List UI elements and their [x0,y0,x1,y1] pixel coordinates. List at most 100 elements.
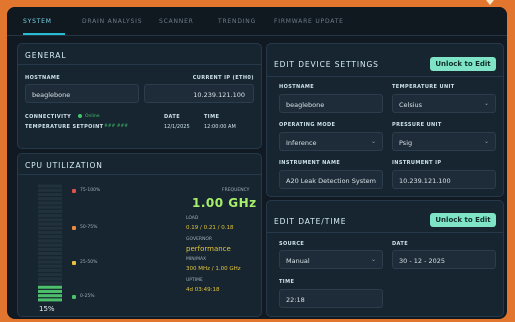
date-time-unlock-button[interactable]: Unlock to Edit [430,213,496,227]
cpu-bar-segment [38,252,62,256]
hostname-display: beaglebone [25,84,139,103]
hostname-label: Hostname [25,75,61,81]
general-title: General [25,51,67,60]
legend-swatch-red [72,189,76,193]
cpu-bar-segment [38,230,62,234]
temperature-unit-select[interactable]: Celsius ⌄ [392,94,496,113]
instrument-name-label: Instrument Name [279,160,341,166]
legend-swatch-green [72,295,76,299]
current-ip-display: 10.239.121.100 [144,84,254,103]
frequency-label: Frequency [222,188,250,193]
operating-mode-label: Operating Mode [279,122,336,128]
cpu-title: CPU Utilization [25,161,103,170]
cpu-bar-segment [38,239,62,243]
cpu-bar-segment [38,218,62,222]
temperature-setpoint-value: ### ### [104,124,129,129]
temperature-unit-label: Temperature Unit [392,84,455,90]
active-tab-indicator [23,33,65,35]
chevron-down-icon: ⌄ [483,100,489,107]
date-time-title: Edit Date/Time [274,217,347,226]
cpu-bar-segment [38,214,62,218]
cpu-bar-segment-active [38,285,62,289]
cpu-bar-segment [38,188,62,192]
cpu-bar-segment [38,256,62,260]
instrument-name-input[interactable]: A20 Leak Detection System [279,170,383,189]
pressure-unit-label: Pressure Unit [392,122,442,128]
tab-system[interactable]: System [23,18,52,25]
cpu-bar-segment-active [38,298,62,302]
date-label: Date [392,241,409,247]
temperature-setpoint-label: Temperature Setpoint [25,124,104,130]
legend-label: 75-100% [80,188,101,193]
instrument-ip-label: Instrument IP [392,160,442,166]
load-value: 0.19 / 0.21 / 0.18 [186,225,234,231]
tab-drain-analysis[interactable]: Drain Analysis [82,18,142,25]
cpu-bar-segment [38,201,62,205]
legend-label: 25-50% [80,260,98,265]
connectivity-value: Online [85,114,100,119]
date-label: Date [164,114,181,120]
governor-value: performance [186,245,231,253]
tab-scanner[interactable]: Scanner [159,18,194,25]
operating-mode-select[interactable]: Inference ⌄ [279,132,383,151]
divider [267,232,503,233]
legend-swatch-yellow [72,261,76,265]
cpu-bar-segment [38,193,62,197]
chevron-down-icon: ⌄ [483,138,489,145]
pressure-unit-select[interactable]: Psig ⌄ [392,132,496,151]
cpu-bar-segment [38,243,62,247]
tab-firmware-update[interactable]: Firmware Update [274,18,344,25]
frequency-value: 1.00 GHz [192,196,257,210]
tab-trending[interactable]: Trending [218,18,256,25]
legend-swatch-orange [72,226,76,230]
cpu-bar-segment [38,222,62,226]
cpu-bar-segment-active [38,294,62,298]
cpu-bar-segment [38,209,62,213]
time-label: Time [204,114,220,120]
tab-bar: System Drain Analysis Scanner Trending F… [7,7,507,36]
cpu-bar-segment [38,226,62,230]
date-input[interactable]: 30 - 12 - 2025 [392,250,496,269]
hostname-label: Hostname [279,84,315,90]
general-panel: General Hostname Current IP (eth0) beagl… [17,43,262,149]
cpu-bar-segment [38,281,62,285]
cpu-bar-segment [38,205,62,209]
uptime-label: Uptime [186,278,203,283]
cpu-bar-segment [38,247,62,251]
chevron-down-icon: ⌄ [370,256,376,263]
time-value: 12:00:00 AM [204,124,236,130]
edit-device-settings-panel: Edit Device Settings Unlock to Edit Host… [266,43,504,197]
source-select[interactable]: Manual ⌄ [279,250,383,269]
cpu-bar-segment [38,273,62,277]
cpu-bar-segment-active [38,289,62,293]
load-label: Load [186,216,199,221]
cpu-bar-segment [38,260,62,264]
date-value: 12/1/2025 [164,124,190,130]
edit-date-time-panel: Edit Date/Time Unlock to Edit Source Man… [266,200,504,317]
cpu-bar-segment [38,197,62,201]
minmax-value: 300 MHz / 1.00 GHz [186,266,241,272]
divider [267,76,503,77]
top-marker [486,0,494,5]
instrument-ip-input[interactable]: 10.239.121.100 [392,170,496,189]
current-ip-label: Current IP (eth0) [192,75,254,81]
source-label: Source [279,241,305,247]
hostname-input[interactable]: beaglebone [279,94,383,113]
minmax-label: Min/Max [186,257,207,262]
time-input[interactable]: 22:18 [279,289,383,308]
app-window: System Drain Analysis Scanner Trending F… [7,7,507,319]
chevron-down-icon: ⌄ [370,138,376,145]
cpu-usage-bar [38,184,62,302]
source-value: Manual [286,257,310,265]
cpu-bar-segment [38,184,62,188]
divider [18,174,261,175]
time-label: Time [279,279,295,285]
temperature-unit-value: Celsius [399,101,423,109]
cpu-bar-segment [38,268,62,272]
online-status-icon [78,114,82,118]
device-unlock-button[interactable]: Unlock to Edit [430,57,496,71]
legend-label: 50-75% [80,225,98,230]
cpu-bar-segment [38,277,62,281]
cpu-utilization-panel: CPU Utilization 15% 75-100% 50-75% 25-50… [17,153,262,317]
governor-label: Governor [186,237,213,242]
